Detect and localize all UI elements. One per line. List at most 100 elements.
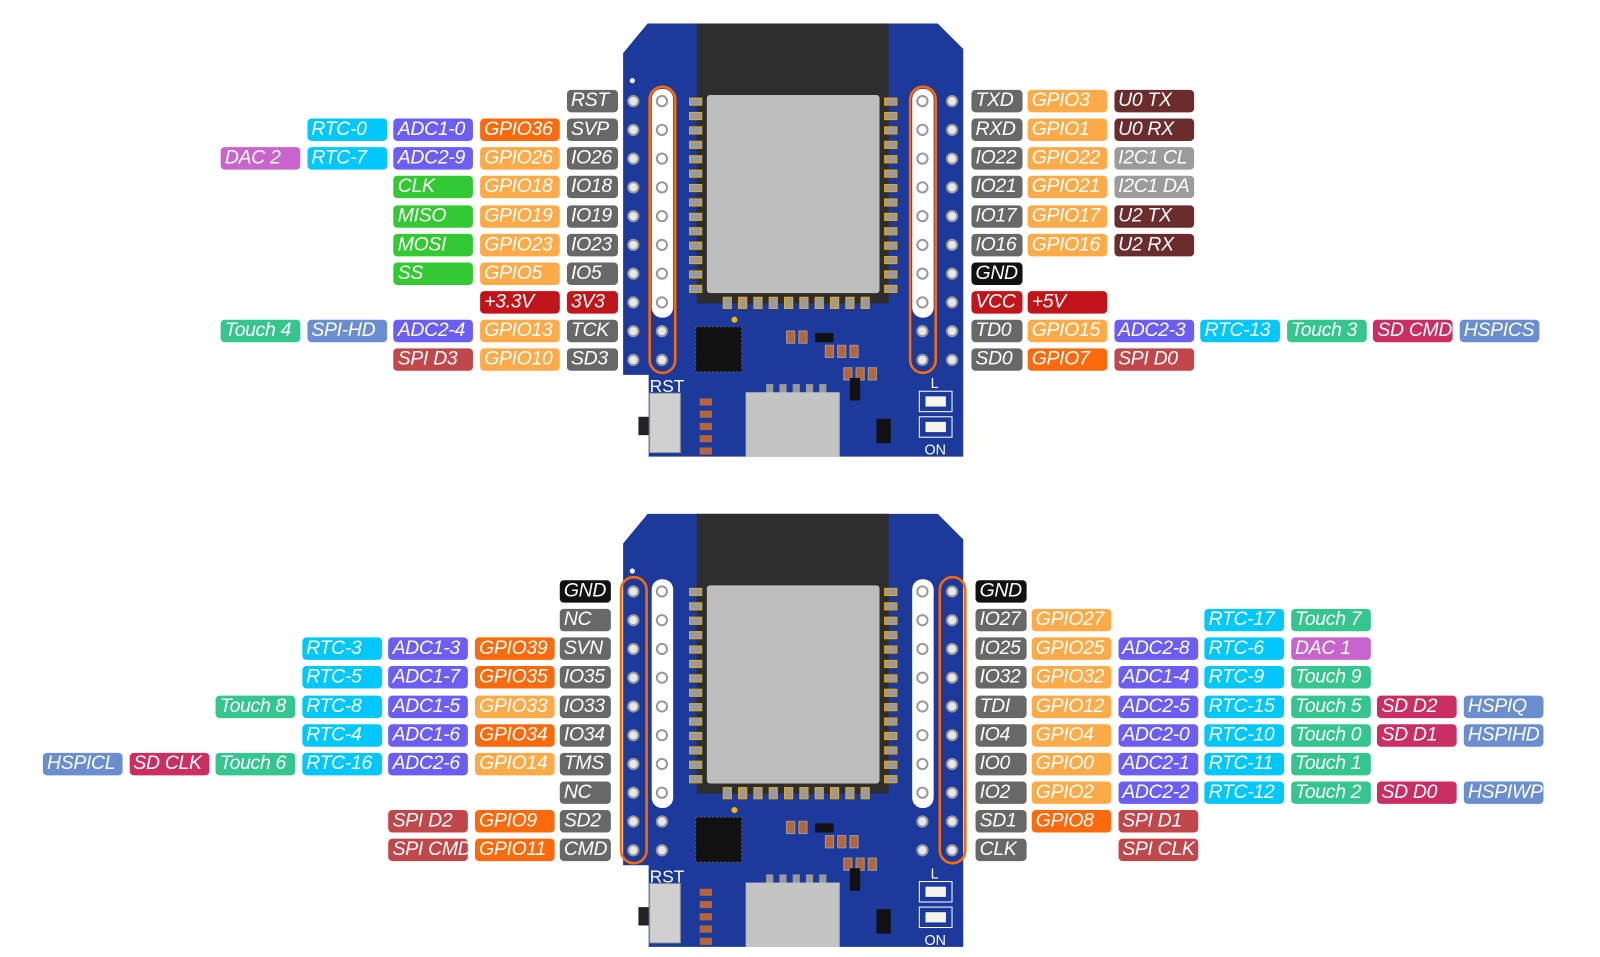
pin-label-gpio: GPIO13 <box>480 319 560 343</box>
pin-label-adc: ADC1-0 <box>393 118 474 142</box>
pin-label-name: IO18 <box>566 176 619 199</box>
pin-label-adc: ADC1-3 <box>388 637 469 661</box>
module-pad <box>884 227 898 236</box>
module-pad <box>884 688 898 697</box>
pin-label-gpio-dark: GPIO11 <box>474 839 555 862</box>
header-pin-hole <box>655 267 669 280</box>
pin-label-rtc: RTC-15 <box>1204 695 1285 718</box>
header-pin-hole <box>655 152 669 165</box>
pin-label-rtc: RTC-9 <box>1204 666 1285 689</box>
smd-component <box>867 857 877 871</box>
module-pad <box>829 296 840 310</box>
header-pin-hole <box>945 614 959 627</box>
module-pad <box>884 631 898 640</box>
silkscreen-on: ON <box>924 443 945 459</box>
pin-label-name: IO2 <box>975 781 1027 804</box>
led-l-body <box>925 396 946 407</box>
module-pad <box>884 760 898 769</box>
pin1-marker-dot <box>629 568 635 574</box>
pin-label-hspi: HSPIQ <box>1463 695 1544 718</box>
pin-label-gpio: GPIO3 <box>1027 89 1108 113</box>
pin-label-sd: SD D1 <box>1377 723 1458 747</box>
pin-label-name: IO17 <box>971 204 1023 228</box>
header-pin-hole <box>945 325 959 338</box>
chip-marker-dot <box>731 806 738 814</box>
header-pin-hole <box>945 729 959 742</box>
header-strip <box>651 579 674 809</box>
pin-label-gpio: GPIO0 <box>1031 752 1112 776</box>
module-pad <box>884 169 898 178</box>
pin-label-sd: SD D2 <box>1377 695 1458 718</box>
board-bottom-view: RST L ON <box>613 511 971 950</box>
header-pin-hole <box>655 671 669 684</box>
pin-label-hspi: HSPIWP <box>1463 781 1544 804</box>
pin-label-gpio-dark: GPIO39 <box>474 637 555 661</box>
pin-label-sd: SD D0 <box>1377 781 1458 804</box>
module-pad <box>689 155 703 164</box>
pin-label-name: TMS <box>559 752 611 776</box>
module-pad <box>689 97 703 106</box>
led-l-body <box>925 886 946 897</box>
header-pin-hole <box>627 844 640 857</box>
module-pad <box>689 183 703 193</box>
pin-label-name: RXD <box>971 118 1023 142</box>
smd-resistor <box>699 410 712 418</box>
pin-label-name: SD1 <box>975 810 1027 833</box>
header-pin-hole <box>916 210 929 223</box>
pin-label-flash: SPI CLK <box>1118 839 1198 862</box>
pin-label-name: IO25 <box>975 637 1027 661</box>
header-pin-hole <box>945 181 959 194</box>
pin-label-name: TDI <box>975 695 1027 718</box>
smd-resistor <box>699 435 712 443</box>
pin-label-name: SVP <box>566 118 619 142</box>
pin-label-gpio: GPIO33 <box>474 695 555 718</box>
pin-label-gpio-dark: GPIO34 <box>474 723 555 747</box>
module-pad <box>884 270 898 279</box>
module-pad <box>768 787 778 800</box>
pin-label-name: IO22 <box>971 147 1023 170</box>
usb-connector <box>745 392 840 457</box>
module-pad <box>884 717 898 726</box>
smd-resistor <box>699 888 712 896</box>
usb-serial-chip <box>695 816 743 863</box>
pin-label-name: TCK <box>566 319 619 343</box>
pin-label-name: NC <box>559 781 611 804</box>
pin-label-name: IO27 <box>975 608 1027 632</box>
header-pin-hole <box>655 296 669 309</box>
header-pin-hole <box>627 325 640 338</box>
pin-label-sd: SD CLK <box>129 752 209 776</box>
header-pin-hole <box>627 296 640 309</box>
module-pad <box>689 140 703 149</box>
module-pad <box>884 97 898 106</box>
smd-resistor <box>699 447 712 455</box>
module-pad <box>689 587 703 597</box>
module-pad <box>884 183 898 193</box>
module-pad <box>689 198 703 207</box>
pin-label-touch: Touch 0 <box>1290 723 1371 747</box>
module-pad <box>753 787 763 800</box>
module-pad <box>814 787 824 800</box>
header-pin-hole <box>945 238 959 252</box>
header-pin-hole <box>916 786 929 799</box>
pin-label-gnd: GND <box>975 580 1027 603</box>
header-pin-hole <box>916 353 929 367</box>
pin-label-name: IO34 <box>559 723 611 747</box>
pin-label-name: IO4 <box>975 723 1027 747</box>
pin-label-i2c: I2C1 CL <box>1114 147 1194 170</box>
module-pad <box>884 126 898 135</box>
pin-label-adc: ADC1-4 <box>1118 666 1198 689</box>
smd-component <box>798 330 808 344</box>
pin-label-hspi: HSPICL <box>42 752 123 776</box>
pin-label-rtc: RTC-6 <box>1204 637 1285 661</box>
module-pad <box>884 659 898 669</box>
module-pad <box>689 717 703 726</box>
board-top-view: RST L ON <box>613 20 971 459</box>
pin-label-gpio: GPIO10 <box>480 348 560 372</box>
module-pad <box>884 587 898 597</box>
regulator <box>876 418 891 444</box>
pin-label-gpio: GPIO18 <box>480 176 560 199</box>
pin-label-name: IO16 <box>971 233 1023 257</box>
pin-label-gpio: GPIO2 <box>1031 781 1112 804</box>
module-pad <box>689 631 703 640</box>
board-drawing: RST L ON <box>619 513 967 949</box>
